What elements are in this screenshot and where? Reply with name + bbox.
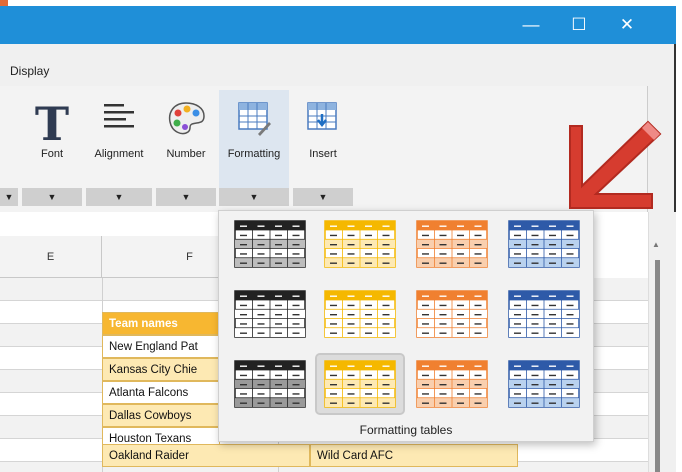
vertical-scrollbar[interactable]: ▲ xyxy=(648,212,676,472)
align-left-icon xyxy=(104,104,134,128)
table-cell[interactable]: New England Pat xyxy=(102,335,220,358)
table-style-icon xyxy=(324,220,396,268)
table-style-icon xyxy=(508,360,580,408)
ribbon: T Font Alignment Number Formatting Inser… xyxy=(0,86,648,212)
column-header-e[interactable]: E xyxy=(0,236,102,278)
menu-display[interactable]: Display xyxy=(10,64,49,78)
insert-dropdown-arrow[interactable]: ▼ xyxy=(293,188,353,206)
ribbon-font-button[interactable]: T Font xyxy=(22,90,82,188)
table-style-swatch[interactable] xyxy=(409,285,495,343)
table-style-swatch[interactable] xyxy=(315,353,405,415)
table-cell[interactable]: Atlanta Falcons xyxy=(102,381,220,404)
table-cell[interactable]: Oakland Raider xyxy=(102,444,310,467)
ribbon-formatting-button[interactable]: Formatting xyxy=(219,90,289,188)
scroll-up-icon[interactable]: ▲ xyxy=(652,240,660,249)
palette-icon xyxy=(168,102,205,135)
ribbon-insert-label: Insert xyxy=(309,148,337,160)
font-dropdown-arrow[interactable]: ▼ xyxy=(22,188,82,206)
table-style-swatch[interactable] xyxy=(501,355,587,413)
formatting-tables-popup: Formatting tables xyxy=(218,210,594,442)
table-style-swatch[interactable] xyxy=(317,285,403,343)
table-style-swatch[interactable] xyxy=(227,355,313,413)
svg-text:T: T xyxy=(35,100,69,144)
menu-bar: Display xyxy=(0,44,674,86)
ribbon-formatting-label: Formatting xyxy=(227,148,281,160)
table-style-icon xyxy=(508,220,580,268)
table-style-swatch[interactable] xyxy=(227,215,313,273)
ribbon-font-label: Font xyxy=(40,148,63,160)
popup-title: Formatting tables xyxy=(359,423,453,437)
table-style-icon xyxy=(416,220,488,268)
table-header-cell[interactable]: Team names xyxy=(102,312,220,335)
table-style-swatch[interactable] xyxy=(409,215,495,273)
table-style-icon xyxy=(234,220,306,268)
table-cell[interactable]: Dallas Cowboys xyxy=(102,404,220,427)
ribbon-alignment-label: Alignment xyxy=(94,148,144,160)
table-style-icon xyxy=(508,290,580,338)
left-dropdown-arrow[interactable]: ▼ xyxy=(0,188,18,206)
minimize-button[interactable]: — xyxy=(508,6,554,44)
table-style-icon xyxy=(416,290,488,338)
table-style-icon xyxy=(416,360,488,408)
table-style-swatch[interactable] xyxy=(317,215,403,273)
maximize-button[interactable]: ☐ xyxy=(556,6,602,44)
number-dropdown-arrow[interactable]: ▼ xyxy=(156,188,216,206)
table-style-icon xyxy=(324,290,396,338)
title-bar: — ☐ ✕ xyxy=(0,6,676,44)
table-style-icon xyxy=(234,360,306,408)
insert-table-icon xyxy=(307,102,337,130)
table-style-icon xyxy=(324,360,396,408)
table-style-swatch[interactable] xyxy=(501,285,587,343)
ribbon-insert-button[interactable]: Insert xyxy=(293,90,353,188)
ribbon-number-button[interactable]: Number xyxy=(156,90,216,188)
alignment-dropdown-arrow[interactable]: ▼ xyxy=(86,188,152,206)
ribbon-number-label: Number xyxy=(166,148,206,160)
table-style-swatch[interactable] xyxy=(227,285,313,343)
close-button[interactable]: ✕ xyxy=(604,6,650,44)
font-icon: T xyxy=(35,100,69,144)
table-cell[interactable]: Kansas City Chie xyxy=(102,358,220,381)
table-style-icon xyxy=(234,290,306,338)
table-cell[interactable]: Wild Card AFC xyxy=(310,444,518,467)
table-style-swatch[interactable] xyxy=(501,215,587,273)
ribbon-alignment-button[interactable]: Alignment xyxy=(86,90,152,188)
red-arrow-annotation xyxy=(569,120,662,209)
table-style-swatch[interactable] xyxy=(409,355,495,413)
table-format-icon xyxy=(238,102,271,136)
scroll-thumb[interactable] xyxy=(655,260,660,472)
formatting-dropdown-arrow[interactable]: ▼ xyxy=(219,188,289,206)
